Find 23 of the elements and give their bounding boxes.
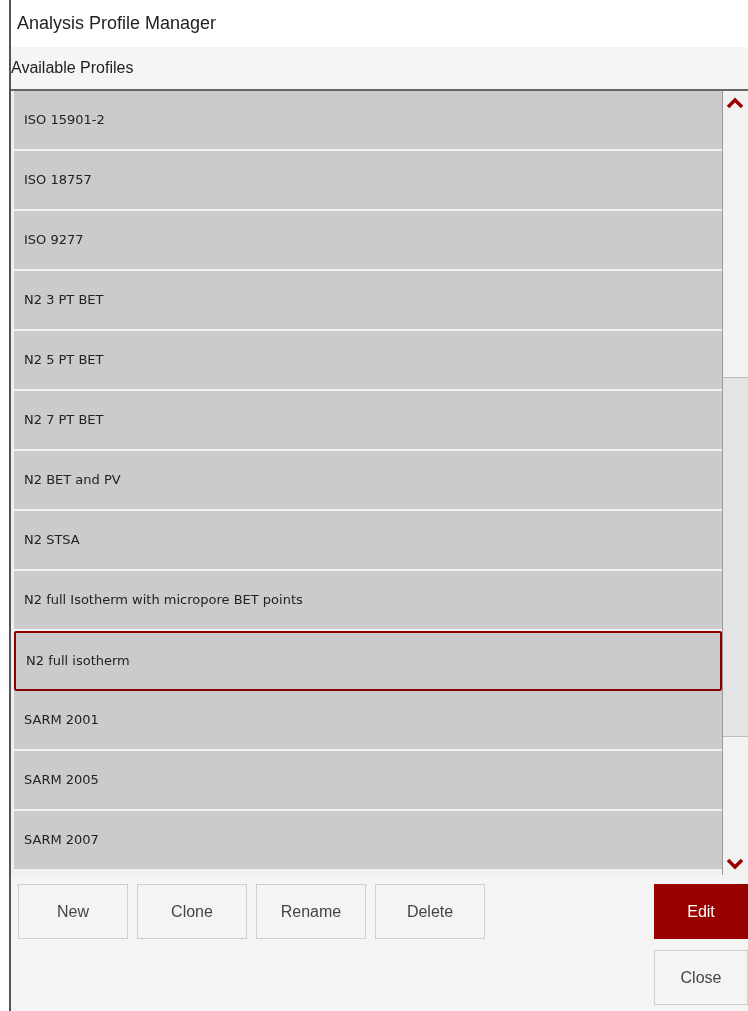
profile-row[interactable]: N2 7 PT BET: [14, 391, 722, 451]
action-button[interactable]: Clone: [137, 884, 247, 939]
profile-row[interactable]: N2 full isotherm: [14, 631, 722, 691]
action-button[interactable]: Rename: [256, 884, 366, 939]
profile-row[interactable]: N2 5 PT BET: [14, 331, 722, 391]
scrollbar[interactable]: [722, 91, 748, 875]
profile-row[interactable]: ISO 18757: [14, 151, 722, 211]
scroll-thumb[interactable]: [723, 377, 748, 737]
profile-row[interactable]: N2 3 PT BET: [14, 271, 722, 331]
profile-row[interactable]: N2 full Isotherm with micropore BET points: [14, 571, 722, 631]
action-button[interactable]: Delete: [375, 884, 485, 939]
profile-row[interactable]: SARM 2007: [14, 811, 722, 871]
profile-row[interactable]: ISO 9277: [14, 211, 722, 271]
close-button[interactable]: Close: [654, 950, 748, 1005]
profile-row[interactable]: N2 BET and PV: [14, 451, 722, 511]
profile-row[interactable]: N2 STSA: [14, 511, 722, 571]
profile-row[interactable]: SARM 2005: [14, 751, 722, 811]
edit-button[interactable]: Edit: [654, 884, 748, 939]
profile-row[interactable]: ISO 15901-2: [14, 91, 722, 151]
section-title: Available Profiles: [11, 58, 134, 78]
action-button[interactable]: New: [18, 884, 128, 939]
window-title: Analysis Profile Manager: [17, 12, 217, 35]
profile-row[interactable]: SARM 2001: [14, 691, 722, 751]
